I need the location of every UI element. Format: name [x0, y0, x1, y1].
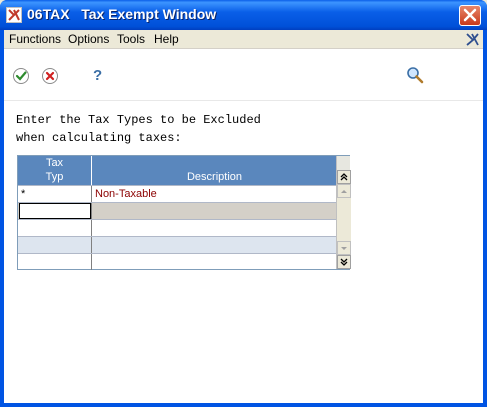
toolbar: ? [4, 50, 483, 100]
cancel-button[interactable] [40, 66, 60, 86]
toolbar-divider [4, 100, 483, 101]
client-area: Functions Options Tools Help ? Enter the… [4, 30, 483, 403]
menu-tools[interactable]: Tools [117, 32, 145, 46]
grid-row[interactable]: * Non-Taxable [18, 185, 336, 202]
window-title: 06TAX Tax Exempt Window [27, 6, 217, 22]
menu-functions[interactable]: Functions [9, 32, 61, 46]
svg-text:?: ? [93, 67, 102, 84]
jde-menu-logo-icon [464, 31, 481, 48]
menu-help[interactable]: Help [154, 32, 179, 46]
menu-options[interactable]: Options [68, 32, 109, 46]
cancel-icon [42, 68, 58, 84]
description-cell [93, 203, 336, 219]
description-cell [93, 254, 336, 270]
ok-button[interactable] [11, 66, 31, 86]
application-window: 06TAX Tax Exempt Window Functions Option… [0, 0, 487, 407]
description-cell [93, 237, 336, 253]
grid-row[interactable] [18, 236, 336, 253]
check-icon [13, 68, 29, 84]
double-down-arrow-icon [340, 258, 348, 266]
grid-row[interactable] [18, 219, 336, 236]
scroll-down-button[interactable] [337, 241, 351, 255]
column-header-tax-typ-line1: Tax [45, 157, 64, 169]
column-header-tax-typ[interactable]: Tax Typ [18, 156, 92, 185]
help-icon: ? [93, 67, 102, 84]
column-header-description-label: Description [186, 171, 243, 183]
description-cell [93, 220, 336, 236]
tax-type-cell [18, 237, 92, 253]
tax-type-grid: Tax Typ Description * Non-Taxable [17, 155, 351, 270]
scroll-to-top-button[interactable] [337, 170, 351, 184]
row-marker: * [18, 186, 92, 202]
menu-bar: Functions Options Tools Help [4, 30, 483, 49]
column-header-tax-typ-line2: Typ [45, 171, 64, 183]
instruction-line-1: Enter the Tax Types to be Excluded [16, 113, 261, 127]
title-bar[interactable]: 06TAX Tax Exempt Window [0, 0, 487, 30]
tax-type-cell [18, 254, 92, 270]
search-button[interactable] [405, 65, 425, 85]
close-icon [463, 8, 477, 22]
double-up-arrow-icon [340, 173, 348, 181]
magnifier-icon [407, 67, 424, 84]
tax-type-cell [18, 220, 92, 236]
grid-scrollbar[interactable] [336, 156, 351, 269]
up-arrow-icon [341, 190, 347, 193]
description-cell: Non-Taxable [95, 188, 157, 200]
jde-logo-icon [6, 7, 22, 23]
tax-type-input[interactable] [19, 203, 91, 219]
tax-type-cell[interactable] [18, 203, 92, 219]
down-arrow-icon [341, 247, 347, 250]
grid-header: Tax Typ Description [18, 156, 336, 185]
column-header-description[interactable]: Description [93, 156, 336, 185]
help-button[interactable]: ? [87, 64, 107, 84]
close-button[interactable] [459, 5, 481, 26]
scroll-up-button[interactable] [337, 184, 351, 198]
scroll-to-bottom-button[interactable] [337, 255, 351, 269]
grid-row[interactable] [18, 202, 336, 219]
grid-row[interactable] [18, 253, 336, 270]
instruction-line-2: when calculating taxes: [16, 131, 182, 145]
scroll-track[interactable] [337, 198, 351, 241]
instructions: Enter the Tax Types to be Excluded when c… [16, 111, 316, 147]
